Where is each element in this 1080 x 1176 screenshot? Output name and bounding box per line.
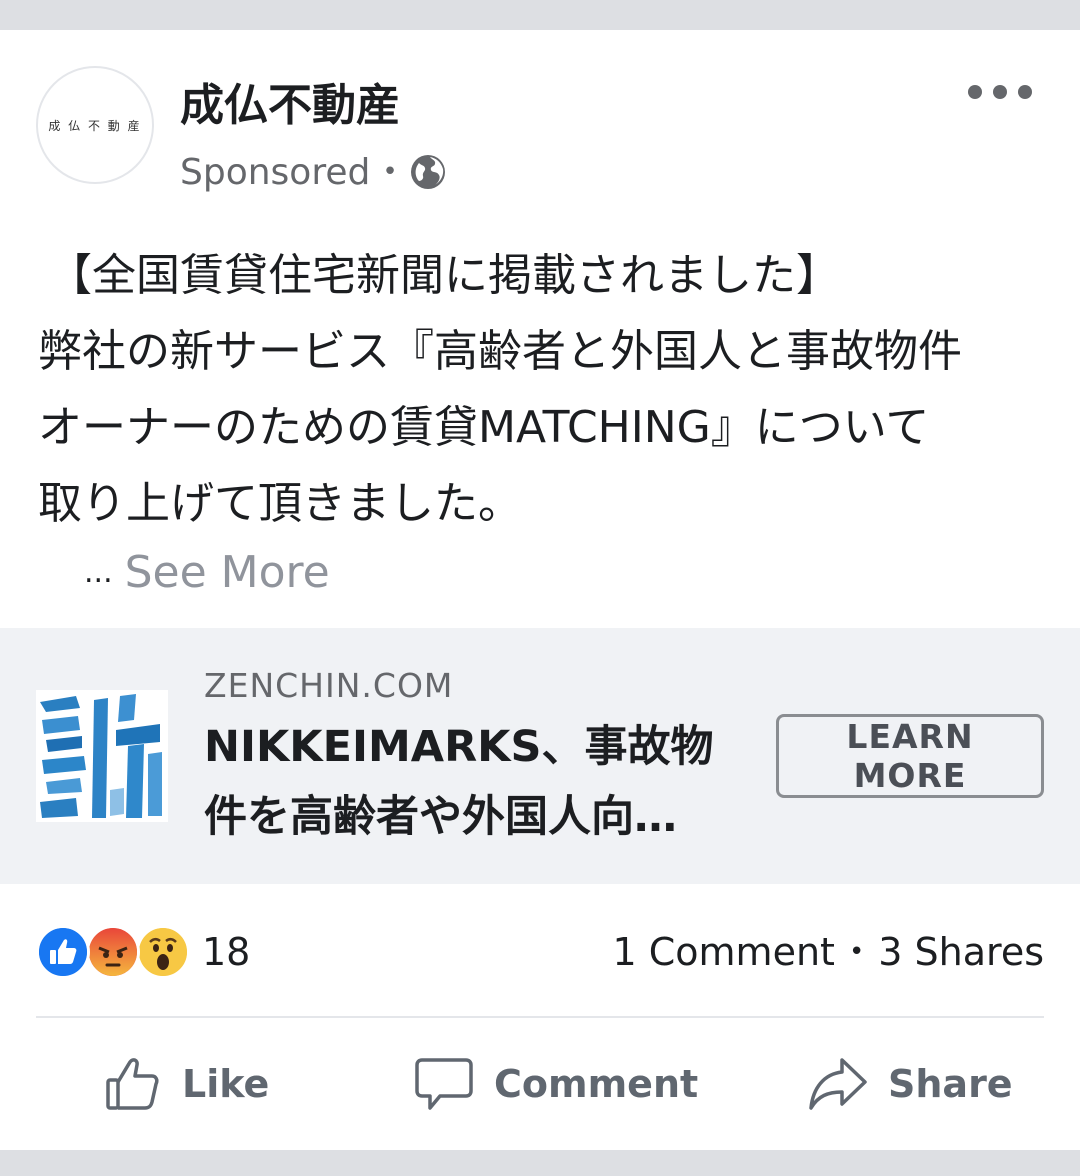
globe-icon [410,155,445,189]
learn-more-button[interactable]: LEARN MORE [776,714,1044,798]
reactions-summary[interactable]: 18 [36,925,251,979]
link-title[interactable]: NIKKEIMARKS、事故物 件を高齢者や外国人向… [204,712,744,852]
link-preview[interactable]: ZENCHIN.COM NIKKEIMARKS、事故物 件を高齢者や外国人向… … [0,628,1080,884]
action-bar: Like Comment Share [0,1048,1080,1120]
link-domain: ZENCHIN.COM [204,666,454,705]
like-button[interactable]: Like [102,1048,269,1120]
sponsored-post-card: 成 仏 不 動 産 成仏不動産 Sponsored • 【全国賃貸住宅新聞に掲載… [0,30,1080,1150]
link-thumbnail [36,690,168,822]
thumbnail-image [36,690,168,822]
post-meta: Sponsored • [180,150,446,194]
more-options-button[interactable] [968,82,1032,102]
post-text-line: オーナーのための賃貸MATCHING』について [38,402,930,453]
page-avatar[interactable]: 成 仏 不 動 産 [36,66,154,184]
share-button[interactable]: Share [808,1048,1013,1120]
text-ellipsis: ... [84,554,113,590]
page-name[interactable]: 成仏不動産 [180,78,400,134]
link-title-line: NIKKEIMARKS、事故物 [204,722,714,772]
share-arrow-icon [809,1058,867,1110]
comment-button[interactable]: Comment [414,1048,698,1120]
meta-separator: • [382,157,398,187]
thumbs-up-icon [106,1058,159,1110]
reaction-count: 18 [202,930,251,974]
comment-count[interactable]: 1 Comment [613,930,835,974]
comment-bubble-icon [415,1058,473,1110]
like-label: Like [182,1062,270,1106]
avatar-logo-text: 成 仏 不 動 産 [48,118,142,133]
angry-reaction-icon [86,925,140,979]
sponsored-label[interactable]: Sponsored [180,152,370,193]
see-more-link[interactable]: See More [125,547,330,598]
post-text-line: 弊社の新サービス『高齢者と外国人と事故物件 [38,326,962,377]
like-reaction-icon [36,925,90,979]
comment-label: Comment [494,1062,699,1106]
share-count[interactable]: 3 Shares [878,930,1044,974]
stats-separator: • [848,937,865,967]
post-text-line: 取り上げて頂きました。 [38,478,522,529]
divider [36,1016,1044,1018]
post-text: 【全国賃貸住宅新聞に掲載されました】 弊社の新サービス『高齢者と外国人と事故物件… [38,238,1058,542]
post-text-line: 【全国賃貸住宅新聞に掲載されました】 [48,250,840,301]
share-label: Share [888,1062,1013,1106]
wow-reaction-icon [136,925,190,979]
see-more-row: ... See More [84,542,330,602]
engagement-stats: 1 Comment • 3 Shares [613,928,1045,976]
link-title-line: 件を高齢者や外国人向… [204,792,677,842]
more-dots-icon [968,85,982,99]
